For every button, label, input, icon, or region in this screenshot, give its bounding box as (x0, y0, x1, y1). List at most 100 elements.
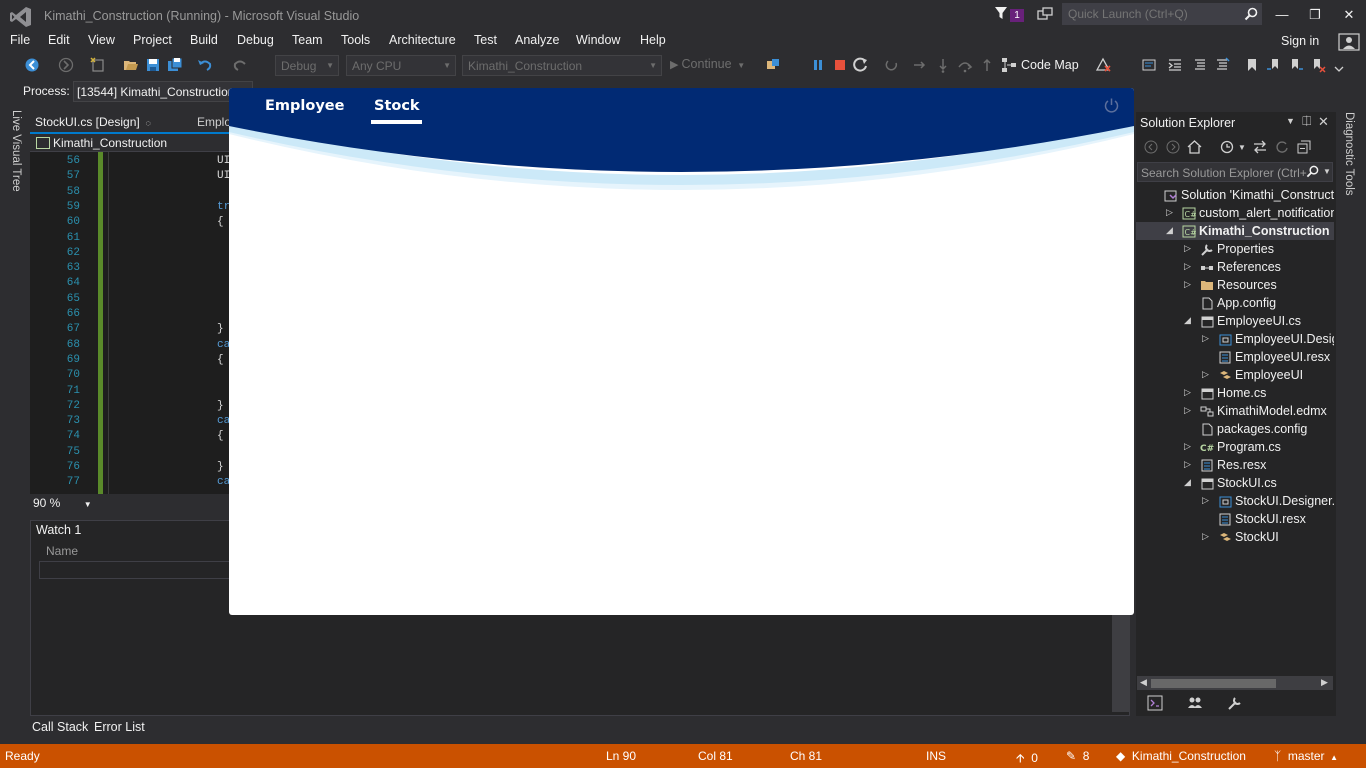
feedback-icon[interactable] (1037, 6, 1053, 22)
refresh-icon[interactable] (1275, 140, 1289, 154)
pin-icon[interactable]: ⎅ (1302, 114, 1312, 129)
hscrollbar-thumb[interactable] (1151, 679, 1276, 688)
forward-icon[interactable] (1166, 140, 1180, 154)
menu-edit[interactable]: Edit (48, 33, 70, 47)
solution-tree-item[interactable]: ▷ Home.cs (1136, 384, 1334, 402)
solution-tree-item[interactable]: ▷ EmployeeUI (1136, 366, 1334, 384)
solution-tree-item[interactable]: StockUI.resx (1136, 510, 1334, 528)
uncomment-icon[interactable] (1214, 57, 1230, 73)
code-line[interactable]: } (217, 461, 224, 473)
save-all-icon[interactable] (167, 57, 183, 73)
quick-launch-input[interactable] (1062, 3, 1262, 25)
solution-tree-item[interactable]: ▷ EmployeeUI.Designer (1136, 330, 1334, 348)
menu-tools[interactable]: Tools (341, 33, 370, 47)
navigate-forward-icon[interactable] (58, 57, 74, 73)
restart-icon[interactable] (853, 57, 869, 73)
menu-view[interactable]: View (88, 33, 115, 47)
tab-call-stack[interactable]: Call Stack (32, 720, 88, 734)
menu-team[interactable]: Team (292, 33, 323, 47)
menu-project[interactable]: Project (133, 33, 172, 47)
solution-tree-item[interactable]: packages.config (1136, 420, 1334, 438)
menu-analyze[interactable]: Analyze (515, 33, 559, 47)
scroll-left-icon[interactable]: ◀ (1140, 677, 1147, 688)
new-project-icon[interactable] (90, 57, 106, 73)
menu-build[interactable]: Build (190, 33, 218, 47)
menu-test[interactable]: Test (474, 33, 497, 47)
toggle-bookmark-icon[interactable] (1141, 57, 1157, 73)
solution-tree-item[interactable]: Solution 'Kimathi_Construction (1136, 186, 1334, 204)
solution-explorer-tab-icon[interactable] (1147, 695, 1163, 711)
notification-count-badge[interactable]: 1 (1010, 9, 1024, 22)
undo-icon[interactable] (197, 57, 213, 73)
break-all-icon[interactable] (810, 57, 826, 73)
live-visual-tree-tab[interactable]: Live Visual Tree (10, 110, 22, 192)
redo-icon[interactable] (232, 57, 248, 73)
solution-platform-dropdown[interactable]: Any CPU ▼ (346, 55, 456, 76)
zoom-dropdown[interactable]: 90 % ▼ (33, 496, 92, 510)
expanded-arrow-icon[interactable]: ◢ (1184, 477, 1194, 489)
minimize-button[interactable]: — (1267, 4, 1297, 26)
branch-button[interactable]: ᛉ master ▲ (1274, 749, 1338, 763)
collapsed-arrow-icon[interactable]: ▷ (1166, 207, 1176, 219)
bookmark-icon[interactable] (1244, 57, 1260, 73)
collapsed-arrow-icon[interactable]: ▷ (1202, 531, 1212, 543)
nav-project-dropdown[interactable]: Kimathi_Construction (53, 136, 167, 150)
solution-tree-item[interactable]: ◢ C# Kimathi_Construction (1136, 222, 1334, 240)
back-icon[interactable] (1144, 140, 1158, 154)
startup-project-dropdown[interactable]: Kimathi_Construction ▼ (462, 55, 662, 76)
previous-bookmark-icon[interactable] (1266, 57, 1282, 73)
collapsed-arrow-icon[interactable]: ▷ (1184, 441, 1194, 453)
solution-tree-item[interactable]: ▷ StockUI (1136, 528, 1334, 546)
tab-error-list[interactable]: Error List (94, 720, 145, 734)
step-into-icon[interactable] (935, 57, 951, 73)
open-file-icon[interactable] (123, 57, 139, 73)
sync-with-document-icon[interactable] (1253, 140, 1267, 154)
step-out-icon[interactable] (979, 57, 995, 73)
tab-employee[interactable]: Emplo (192, 112, 232, 132)
close-window-button[interactable]: ✕ (1334, 4, 1364, 26)
repository-button[interactable]: ◆ Kimathi_Construction (1116, 749, 1246, 763)
menu-window[interactable]: Window (576, 33, 620, 47)
exception-settings-icon[interactable] (1095, 57, 1111, 73)
collapsed-arrow-icon[interactable]: ▷ (1202, 495, 1212, 507)
code-line[interactable]: { (217, 354, 224, 366)
collapsed-arrow-icon[interactable]: ▷ (1184, 405, 1194, 417)
solution-tree-item[interactable]: EmployeeUI.resx (1136, 348, 1334, 366)
account-icon[interactable] (1338, 33, 1360, 51)
menu-debug[interactable]: Debug (237, 33, 274, 47)
process-explorer-icon[interactable] (765, 57, 781, 73)
close-icon[interactable]: ✕ (1318, 114, 1329, 130)
collapse-all-icon[interactable] (1297, 140, 1311, 154)
solution-tree-item[interactable]: ▷ Properties (1136, 240, 1334, 258)
watch-empty-row[interactable] (39, 561, 229, 579)
search-icon[interactable] (1306, 165, 1319, 178)
diagnostic-tools-tab[interactable]: Diagnostic Tools (1343, 112, 1355, 196)
app-tab-stock[interactable]: Stock (374, 98, 420, 114)
pending-changes-filter-icon[interactable] (1220, 140, 1234, 154)
clear-bookmarks-icon[interactable] (1310, 57, 1326, 73)
notifications-filter-icon[interactable] (994, 6, 1008, 20)
code-line[interactable]: { (217, 430, 224, 442)
indent-icon[interactable] (1167, 57, 1183, 73)
collapsed-arrow-icon[interactable]: ▷ (1184, 261, 1194, 273)
solution-configuration-dropdown[interactable]: Debug ▼ (275, 55, 339, 76)
solution-tree-item[interactable]: App.config (1136, 294, 1334, 312)
pending-changes-button[interactable]: ✎ 8 (1066, 749, 1089, 763)
home-icon[interactable] (1187, 139, 1202, 154)
restore-button[interactable]: ❐ (1300, 4, 1330, 26)
menu-file[interactable]: File (10, 33, 30, 47)
navigate-back-icon[interactable] (24, 57, 40, 73)
chevron-down-icon[interactable]: ▼ (1286, 116, 1295, 126)
watch-scrollbar[interactable] (1112, 615, 1130, 712)
app-tab-employee[interactable]: Employee (265, 98, 344, 114)
collapsed-arrow-icon[interactable]: ▷ (1202, 333, 1212, 345)
team-explorer-tab-icon[interactable] (1187, 695, 1203, 711)
power-icon[interactable] (1103, 97, 1120, 114)
solution-tree-item[interactable]: ▷ Resources (1136, 276, 1334, 294)
step-over-icon[interactable] (957, 57, 973, 73)
collapsed-arrow-icon[interactable]: ▷ (1184, 279, 1194, 291)
chevron-down-icon[interactable]: ▼ (1238, 143, 1246, 152)
properties-tab-icon[interactable] (1227, 695, 1243, 711)
solution-tree-item[interactable]: ▷ References (1136, 258, 1334, 276)
code-line[interactable]: { (217, 216, 224, 228)
